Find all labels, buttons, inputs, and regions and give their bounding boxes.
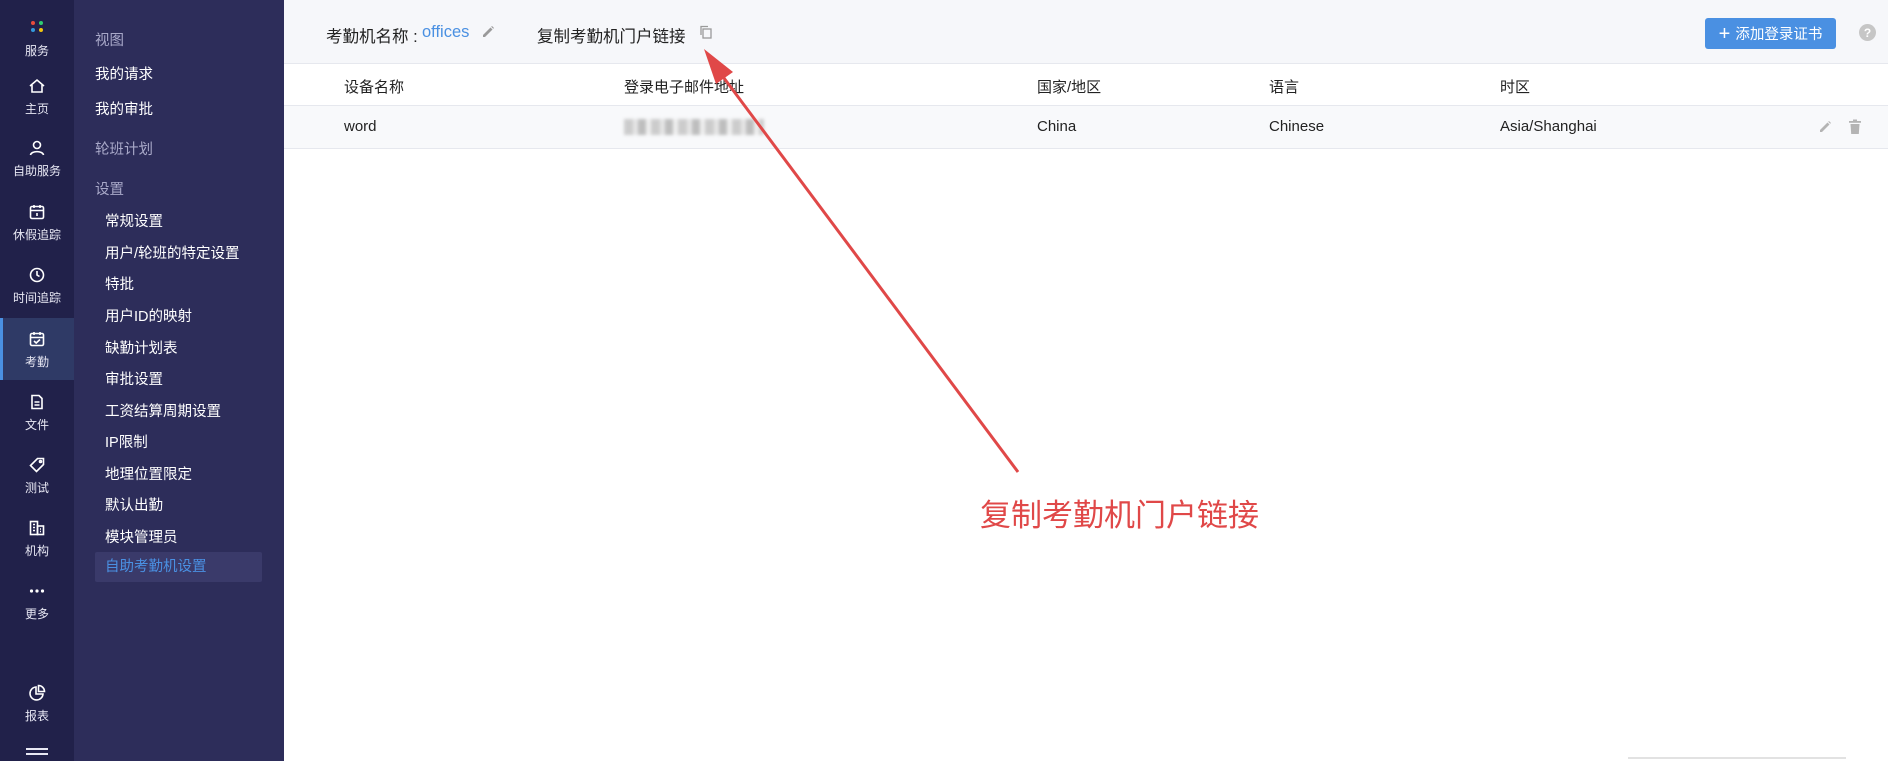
column-country: 国家/地区 (1037, 79, 1102, 96)
rail-label: 机构 (24, 544, 49, 558)
plus-icon: + (1718, 22, 1731, 45)
file-icon (26, 391, 48, 413)
row-edit-icon[interactable] (1817, 119, 1833, 135)
apps-dots-icon (26, 17, 48, 39)
cell-device: word (344, 118, 377, 135)
copy-portal-link[interactable]: 复制考勤机门户链接 (537, 23, 686, 47)
rail-item-services[interactable]: 服务 (0, 8, 74, 68)
rail-item-home[interactable]: 主页 (0, 66, 74, 126)
rail-item-organization[interactable]: 机构 (0, 508, 74, 568)
settings-item-approval[interactable]: 审批设置 (105, 368, 163, 389)
icon-rail: 服务 主页 自助服务 休假追踪 时间追踪 考勤 文件 测试 机构 更多 报表 (0, 0, 74, 761)
settings-item-user-id-mapping[interactable]: 用户ID的映射 (105, 305, 192, 326)
annotation-label: 复制考勤机门户链接 (980, 498, 1259, 534)
cell-country: China (1037, 118, 1077, 135)
tag-icon (26, 454, 48, 476)
my-requests-link[interactable]: 我的请求 (95, 63, 153, 84)
column-login-email: 登录电子邮件地址 (624, 79, 745, 96)
settings-item-module-admin[interactable]: 模块管理员 (105, 526, 178, 547)
rail-label: 报表 (24, 709, 49, 723)
help-icon[interactable]: ? (1859, 24, 1876, 41)
calendar-icon (26, 201, 48, 223)
settings-item-special-approval[interactable]: 特批 (105, 273, 134, 294)
rail-item-files[interactable]: 文件 (0, 382, 74, 442)
cell-timezone: Asia/Shanghai (1500, 118, 1597, 135)
my-approvals-link[interactable]: 我的审批 (95, 98, 153, 119)
rail-item-leave-tracker[interactable]: 休假追踪 (0, 192, 74, 252)
views-header: 视图 (95, 33, 124, 49)
rail-label: 休假追踪 (12, 228, 61, 242)
kiosk-name-value[interactable]: offices (422, 23, 469, 42)
home-icon (26, 75, 48, 97)
settings-item-geo-restriction[interactable]: 地理位置限定 (105, 463, 192, 484)
kiosk-name-label: 考勤机名称 : (326, 28, 418, 46)
cell-email-redacted (624, 119, 764, 135)
settings-item-kiosk[interactable]: 自助考勤机设置 (95, 552, 262, 582)
settings-item-user-shift[interactable]: 用户/轮班的特定设置 (105, 242, 240, 263)
add-button-label: 添加登录证书 (1735, 27, 1823, 43)
cell-language: Chinese (1269, 118, 1325, 135)
rail-label: 考勤 (24, 355, 49, 369)
edit-name-icon[interactable] (480, 24, 496, 40)
settings-submenu: 视图 我的请求 我的审批 轮班计划 设置 常规设置 用户/轮班的特定设置 特批 … (74, 0, 284, 761)
column-timezone: 时区 (1500, 79, 1531, 96)
rail-item-test[interactable]: 测试 (0, 445, 74, 505)
settings-header: 设置 (95, 182, 124, 198)
calendar-check-icon (26, 328, 48, 350)
menu-toggle-icon[interactable] (26, 748, 48, 758)
rail-label: 服务 (24, 44, 49, 58)
add-login-certificate-button[interactable]: + 添加登录证书 (1705, 18, 1836, 49)
pie-chart-icon (26, 682, 48, 704)
table-header: 设备名称 登录电子邮件地址 国家/地区 语言 时区 (284, 64, 1888, 106)
more-dots-icon (26, 580, 48, 602)
rail-item-more[interactable]: 更多 (0, 571, 74, 631)
settings-item-ip-restriction[interactable]: IP限制 (105, 431, 148, 452)
rail-label: 主页 (24, 102, 49, 116)
rail-item-reports[interactable]: 报表 (0, 673, 74, 733)
rail-label: 自助服务 (12, 164, 61, 178)
column-language: 语言 (1269, 79, 1300, 96)
user-icon (26, 137, 48, 159)
rail-item-attendance[interactable]: 考勤 (0, 318, 74, 380)
table-row[interactable]: word China Chinese Asia/Shanghai (284, 106, 1888, 149)
rail-label: 文件 (24, 418, 49, 432)
copy-icon[interactable] (698, 24, 714, 40)
main-content: 考勤机名称 : offices 复制考勤机门户链接 + 添加登录证书 ? 设备名… (284, 0, 1888, 761)
rail-item-self-service[interactable]: 自助服务 (0, 128, 74, 188)
rail-label: 时间追踪 (12, 291, 61, 305)
building-icon (26, 517, 48, 539)
settings-item-default-attendance[interactable]: 默认出勤 (105, 494, 163, 515)
column-device-name: 设备名称 (344, 79, 405, 96)
settings-item-absence-schedule[interactable]: 缺勤计划表 (105, 337, 178, 358)
row-delete-icon[interactable] (1848, 119, 1862, 135)
rail-item-time-tracker[interactable]: 时间追踪 (0, 255, 74, 315)
settings-item-payroll-period[interactable]: 工资结算周期设置 (105, 400, 221, 421)
rail-label: 测试 (24, 481, 49, 495)
settings-item-general[interactable]: 常规设置 (105, 210, 163, 231)
kiosk-header: 考勤机名称 : offices 复制考勤机门户链接 + 添加登录证书 ? (284, 0, 1888, 64)
clock-icon (26, 264, 48, 286)
bottom-divider (1628, 757, 1846, 759)
shift-plan-link[interactable]: 轮班计划 (95, 138, 153, 159)
rail-label: 更多 (24, 607, 49, 621)
